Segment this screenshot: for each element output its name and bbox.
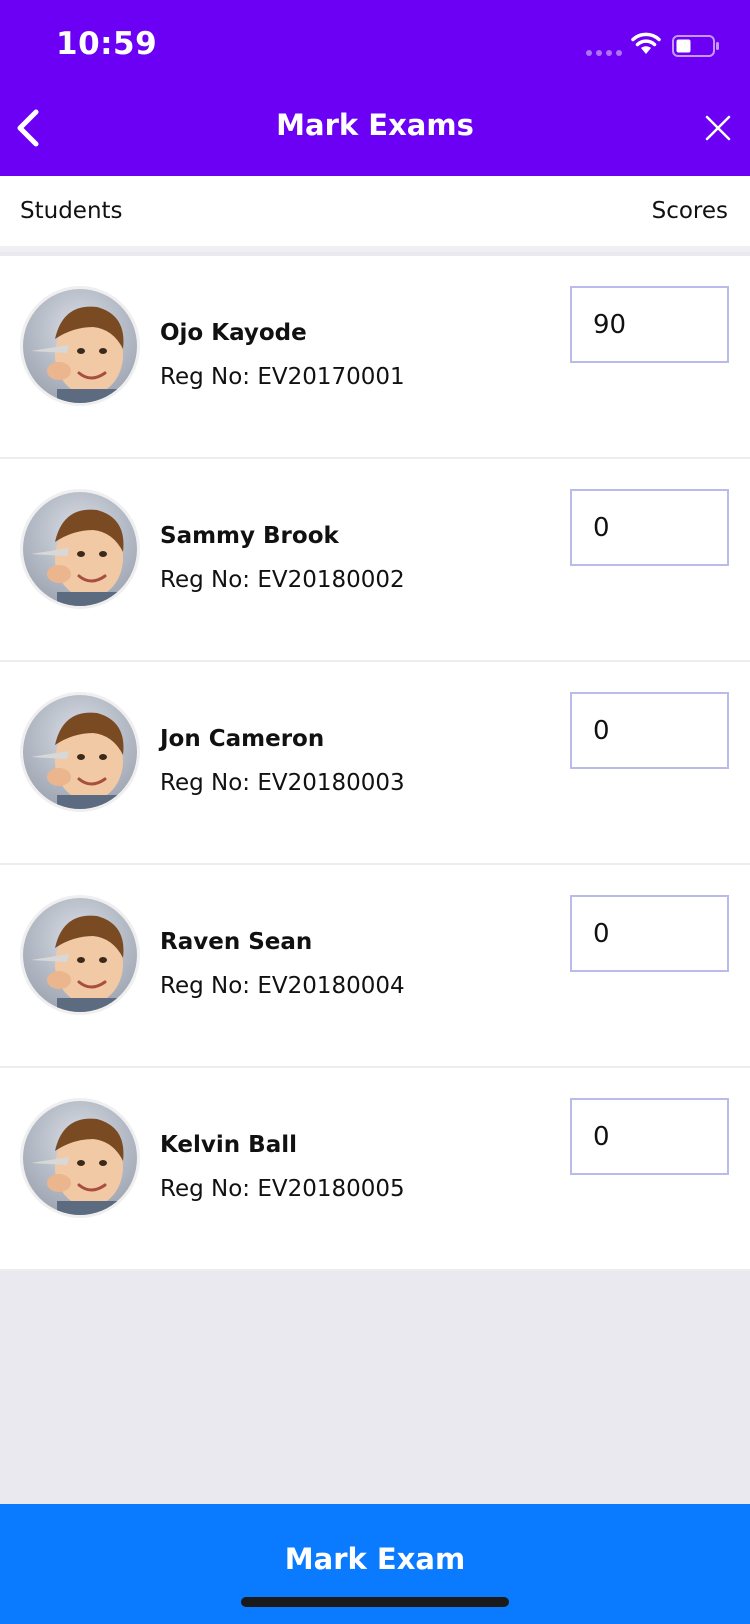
battery-icon: [672, 35, 719, 57]
student-reg-no: Reg No: EV20180004: [160, 973, 405, 999]
student-reg-no: Reg No: EV20180003: [160, 770, 405, 796]
student-name: Sammy Brook: [160, 523, 339, 549]
app-header: 10:59 Mark Exams: [0, 0, 750, 176]
score-input[interactable]: [570, 895, 729, 972]
score-input[interactable]: [570, 286, 729, 363]
score-input[interactable]: [570, 692, 729, 769]
student-row: Kelvin Ball Reg No: EV20180005: [0, 1068, 750, 1271]
wifi-icon: [631, 32, 661, 54]
student-row: Jon Cameron Reg No: EV20180003: [0, 662, 750, 865]
scores-column-label: Scores: [651, 198, 728, 224]
status-time: 10:59: [56, 26, 158, 62]
student-reg-no: Reg No: EV20180002: [160, 567, 405, 593]
students-column-label: Students: [20, 198, 123, 224]
student-name: Ojo Kayode: [160, 320, 307, 346]
cellular-signal-icon: [586, 50, 622, 56]
score-input[interactable]: [570, 1098, 729, 1175]
column-header-bar: Students Scores: [0, 176, 750, 252]
student-row: Raven Sean Reg No: EV20180004: [0, 865, 750, 1068]
page-title: Mark Exams: [276, 108, 474, 142]
close-icon[interactable]: [700, 110, 736, 146]
student-reg-no: Reg No: EV20180005: [160, 1176, 405, 1202]
avatar: [20, 895, 140, 1015]
avatar: [20, 286, 140, 406]
score-input[interactable]: [570, 489, 729, 566]
mark-exam-button-label: Mark Exam: [284, 1542, 466, 1576]
avatar: [20, 489, 140, 609]
avatar: [20, 692, 140, 812]
student-name: Raven Sean: [160, 929, 313, 955]
student-row: Sammy Brook Reg No: EV20180002: [0, 459, 750, 662]
home-indicator[interactable]: [241, 1597, 509, 1607]
student-list: Ojo Kayode Reg No: EV20170001 Sammy Broo…: [0, 256, 750, 1271]
avatar: [20, 1098, 140, 1218]
student-name: Kelvin Ball: [160, 1132, 297, 1158]
student-name: Jon Cameron: [160, 726, 325, 752]
student-row: Ojo Kayode Reg No: EV20170001: [0, 256, 750, 459]
student-reg-no: Reg No: EV20170001: [160, 364, 405, 390]
